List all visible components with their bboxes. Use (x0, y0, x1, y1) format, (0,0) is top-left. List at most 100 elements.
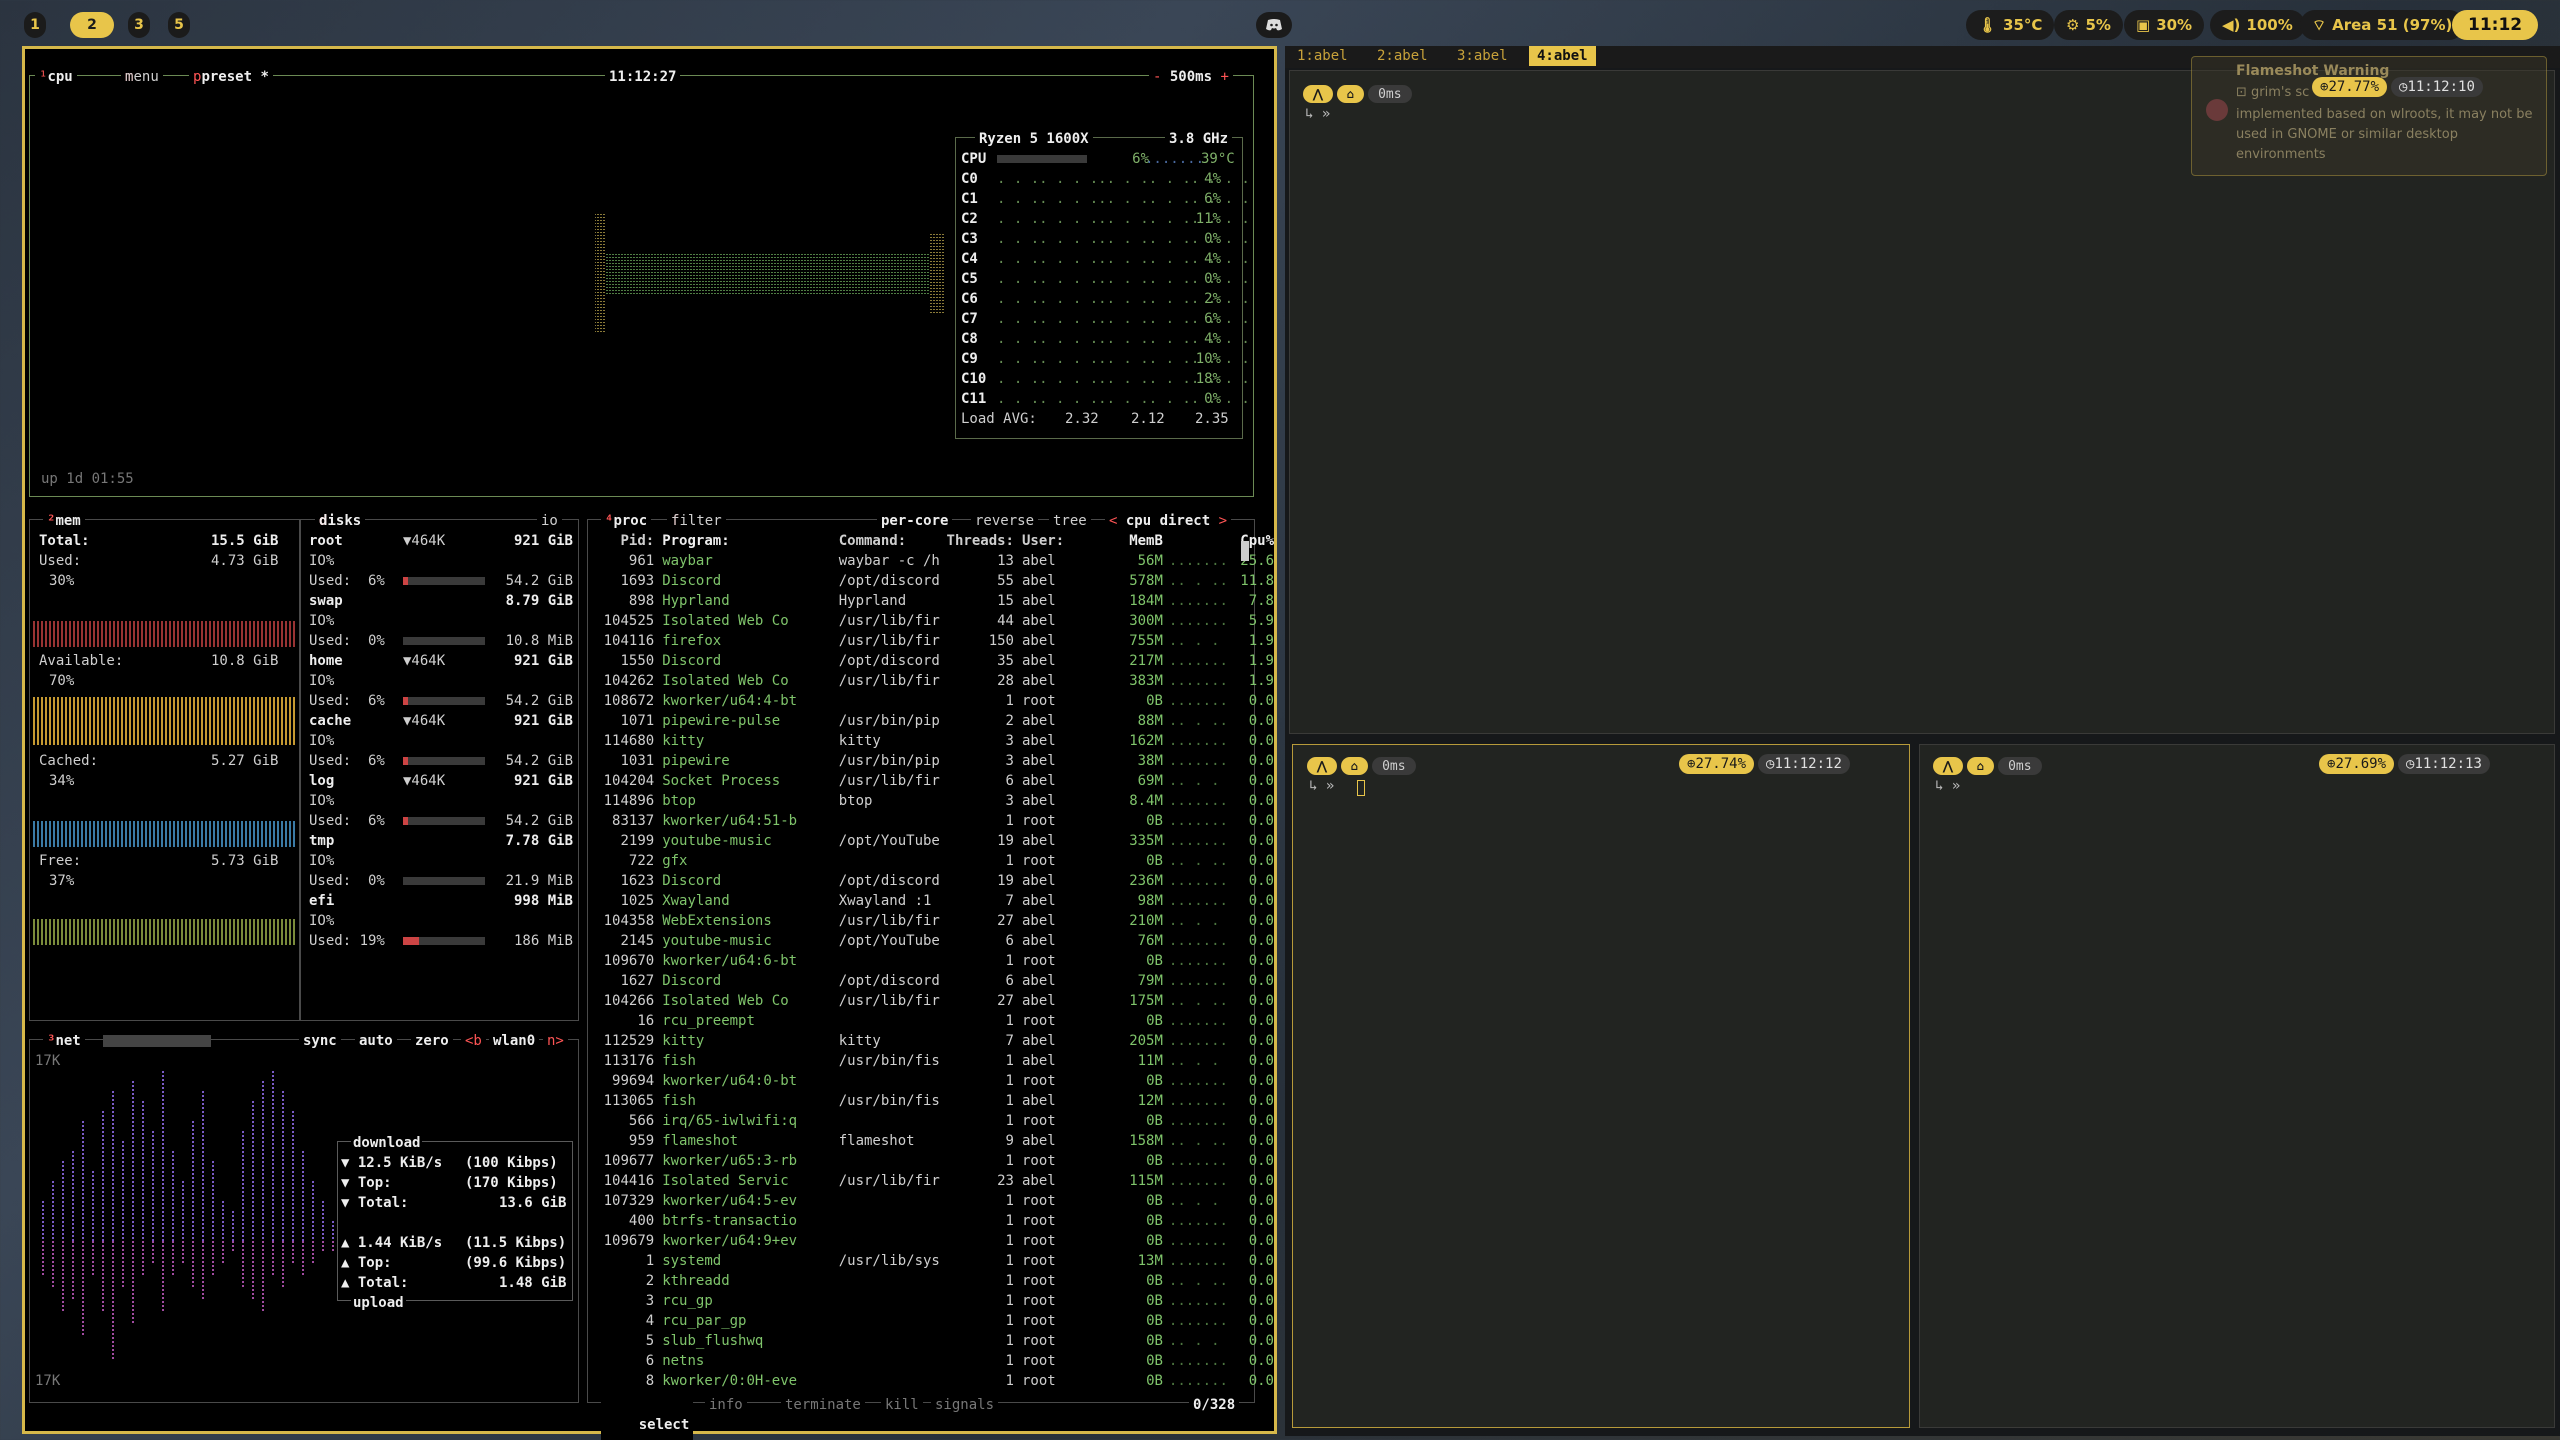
net-zero-toggle[interactable]: zero (411, 1031, 453, 1051)
process-row[interactable]: 1623 Discord/opt/discord 19 abel 236M.......… (595, 871, 1274, 891)
process-row[interactable]: 112529 kitty kitty 7 abel 205M....... 0.0 (595, 1031, 1274, 1051)
select-action[interactable]: select (639, 1417, 690, 1433)
pid-header[interactable]: Pid: (595, 531, 662, 551)
process-row[interactable]: 2 kthreadd 1 root 0B .. . .. 0.0 (595, 1271, 1274, 1291)
process-user: abel (1021, 553, 1056, 569)
process-row[interactable]: 104204 Socket Process/usr/lib/fir 6 abel 69M… (595, 771, 1274, 791)
process-mem: 88M (1137, 713, 1163, 729)
clock-widget[interactable]: 11:12 (2452, 10, 2539, 40)
info-action[interactable]: info (705, 1395, 747, 1415)
process-row[interactable]: 114896 btop btop 3 abel 8.4M....... 0.0 (595, 791, 1274, 811)
process-row[interactable]: 1627 Discord/opt/discord 6 abel 79M....... 0.… (595, 971, 1274, 991)
mem-header[interactable]: MemB (1087, 531, 1163, 551)
threads-header[interactable]: Threads: (947, 531, 1014, 551)
temperature-widget[interactable]: 🌡 35°C (1966, 10, 2055, 40)
process-row[interactable]: 898 Hyprland Hyprland 15 abel 184M....... 7.8 (595, 591, 1274, 611)
process-pid: 16 (637, 1013, 655, 1029)
process-row[interactable]: 108672 kworker/u64:4-bt 1 root 0B....... 0.0 (595, 691, 1274, 711)
process-row[interactable]: 400 btrfs-transactio 1 root 0B....... 0.0 (595, 1211, 1274, 1231)
sort-selector[interactable]: < cpu direct > (1105, 511, 1232, 531)
preset-toggle[interactable]: ppreset * (189, 67, 273, 87)
process-row[interactable]: 104266 Isolated Web Co/usr/lib/fir 27 abel 1… (595, 991, 1274, 1011)
process-program: youtube-music (662, 933, 772, 949)
process-row[interactable]: 113065 fish/usr/bin/fis 1 abel 12M....... 0.0 (595, 1091, 1274, 1111)
process-row[interactable]: 1 systemd/usr/lib/sys 1 root 13M....... 0.0 (595, 1251, 1274, 1271)
command-header[interactable]: Command: (839, 531, 947, 551)
workspace-button-1[interactable]: 1 (24, 12, 46, 38)
update-interval[interactable]: - 500ms + (1149, 67, 1233, 87)
process-row[interactable]: 104358 WebExtensions/usr/lib/fir 27 abel 210… (595, 911, 1274, 931)
process-row[interactable]: 109679 kworker/u64:9+ev 1 root 0B....... 0.0 (595, 1231, 1274, 1251)
workspace-button-4[interactable]: 5 (168, 12, 190, 38)
process-row[interactable]: 99694 kworker/u64:0-bt 1 root 0B....... 0.0 (595, 1071, 1274, 1091)
io-toggle[interactable]: io (537, 511, 562, 531)
net-sync-toggle[interactable]: sync (299, 1031, 341, 1051)
signals-action[interactable]: signals (931, 1395, 999, 1415)
process-row[interactable]: 722 gfx 1 root 0B .. . .. 0.0 (595, 851, 1274, 871)
terminal-bottom-left[interactable] (1292, 744, 1910, 1428)
prompt-arrow-bottom-left: ↳ » (1309, 778, 1335, 794)
process-row[interactable]: 5 slub_flushwq 1 root 0B .. . . 0.0 (595, 1331, 1274, 1351)
menu-toggle[interactable]: mmenu (121, 67, 163, 87)
process-row[interactable]: 4 rcu_par_gp 1 root 0B....... 0.0 (595, 1311, 1274, 1331)
program-header[interactable]: Program: (662, 531, 839, 551)
workspace-button-2[interactable]: 2 (70, 12, 114, 38)
terminal-bottom-right[interactable] (1919, 744, 2555, 1428)
cpu-widget[interactable]: ⚙ 5% (2054, 10, 2123, 40)
volume-widget[interactable]: ◀) 100% (2210, 10, 2305, 40)
disk-widget[interactable]: ▣ 30% (2124, 10, 2205, 40)
process-row[interactable]: 2199 youtube-music/opt/YouTube 19 abel 335M.… (595, 831, 1274, 851)
process-row[interactable]: 1693 Discord/opt/discord 55 abel 578M .. . ..… (595, 571, 1274, 591)
kitty-tab-4[interactable]: 4:abel (1529, 46, 1596, 66)
net-auto-toggle[interactable]: auto (355, 1031, 397, 1051)
process-program: Isolated Web Co (662, 673, 789, 689)
terminate-action[interactable]: terminate (781, 1395, 865, 1415)
process-row[interactable]: 1071 pipewire-pulse/usr/bin/pip 2 abel 88M..… (595, 711, 1274, 731)
process-row[interactable]: 104262 Isolated Web Co/usr/lib/fir 28 abel 3… (595, 671, 1274, 691)
discord-tray-icon[interactable] (1256, 12, 1292, 38)
cpu-total-bar (997, 155, 1087, 163)
proc-filter[interactable]: ffilter (667, 511, 726, 531)
process-row[interactable]: 1025 Xwayland Xwayland :1 7 abel 98M....... 0.… (595, 891, 1274, 911)
mem-used-meter (33, 621, 295, 647)
net-next-iface[interactable]: n> (543, 1031, 568, 1051)
net-prev-iface[interactable]: <b (461, 1031, 486, 1051)
wifi-widget[interactable]: ⌔ Area 51 (97%) (2300, 10, 2465, 40)
process-row[interactable]: 104416 Isolated Servic/usr/lib/fir 23 abel 1… (595, 1171, 1274, 1191)
process-row[interactable]: 566 irq/65-iwlwifi:q 1 root 0B....... 0.0 (595, 1111, 1274, 1131)
kitty-tab-1[interactable]: 1:abel (1289, 46, 1356, 66)
process-row[interactable]: 8 kworker/0:0H-eve 1 root 0B....... 0.0 (595, 1371, 1274, 1391)
kitty-tab-3[interactable]: 3:abel (1449, 46, 1516, 66)
process-row[interactable]: 16 rcu_preempt 1 root 0B....... 0.0 (595, 1011, 1274, 1031)
disk-used-label: Used: 6% (309, 813, 385, 829)
user-header[interactable]: User: (1014, 531, 1087, 551)
process-row[interactable]: 104525 Isolated Web Co/usr/lib/fir 44 abel 3… (595, 611, 1274, 631)
proc-scrollbar-thumb[interactable] (1241, 541, 1249, 561)
process-row[interactable]: 6 netns 1 root 0B....... 0.0 (595, 1351, 1274, 1371)
process-row[interactable]: 1031 pipewire/usr/bin/pip 3 abel 38M....... 0… (595, 751, 1274, 771)
process-mem: 205M (1129, 1033, 1163, 1049)
process-row[interactable]: 107329 kworker/u64:5-ev 1 root 0B .. . . 0.0 (595, 1191, 1274, 1211)
per-core-toggle[interactable]: per-core (877, 511, 953, 531)
process-row[interactable]: 113176 fish/usr/bin/fis 1 abel 11M .. . . 0.0 (595, 1051, 1274, 1071)
cpu-header[interactable]: Cpu% (1228, 531, 1274, 551)
process-user: abel (1021, 1093, 1056, 1109)
process-row[interactable]: 3 rcu_gp 1 root 0B....... 0.0 (595, 1291, 1274, 1311)
workspace-button-3[interactable]: 3 (128, 12, 150, 38)
process-row[interactable]: 2145 youtube-music/opt/YouTube 6 abel 76M...… (595, 931, 1274, 951)
process-row[interactable]: 961 waybar waybar -c /h 13 abel 56M....... 25.… (595, 551, 1274, 571)
process-row[interactable]: 109670 kworker/u64:6-bt 1 root 0B....... 0.0 (595, 951, 1274, 971)
kill-action[interactable]: kill (881, 1395, 923, 1415)
process-row[interactable]: 83137 kworker/u64:51-b 1 root 0B....... 0.0 (595, 811, 1274, 831)
reverse-toggle[interactable]: reverse (971, 511, 1039, 531)
kitty-tab-2[interactable]: 2:abel (1369, 46, 1436, 66)
btop-window[interactable]: ¹cpu mmenu ppreset * 11:12:27 - 500ms + … (22, 46, 1277, 1440)
process-row[interactable]: 959 flameshot flameshot 9 abel 158M .. . .. 0.0 (595, 1131, 1274, 1151)
process-row[interactable]: 109677 kworker/u65:3-rb 1 root 0B....... 0.0 (595, 1151, 1274, 1171)
process-user: abel (1021, 973, 1056, 989)
process-row[interactable]: 114680 kitty kitty 3 abel 162M....... 0.0 (595, 731, 1274, 751)
tree-toggle[interactable]: tree (1049, 511, 1091, 531)
process-row[interactable]: 104116 firefox/usr/lib/fir 150 abel 755M .. .… (595, 631, 1274, 651)
notification-popup[interactable]: Flameshot Warning ⊡ grim's sc implemente… (2191, 56, 2547, 176)
process-row[interactable]: 1550 Discord/opt/discord 35 abel 217M.......… (595, 651, 1274, 671)
